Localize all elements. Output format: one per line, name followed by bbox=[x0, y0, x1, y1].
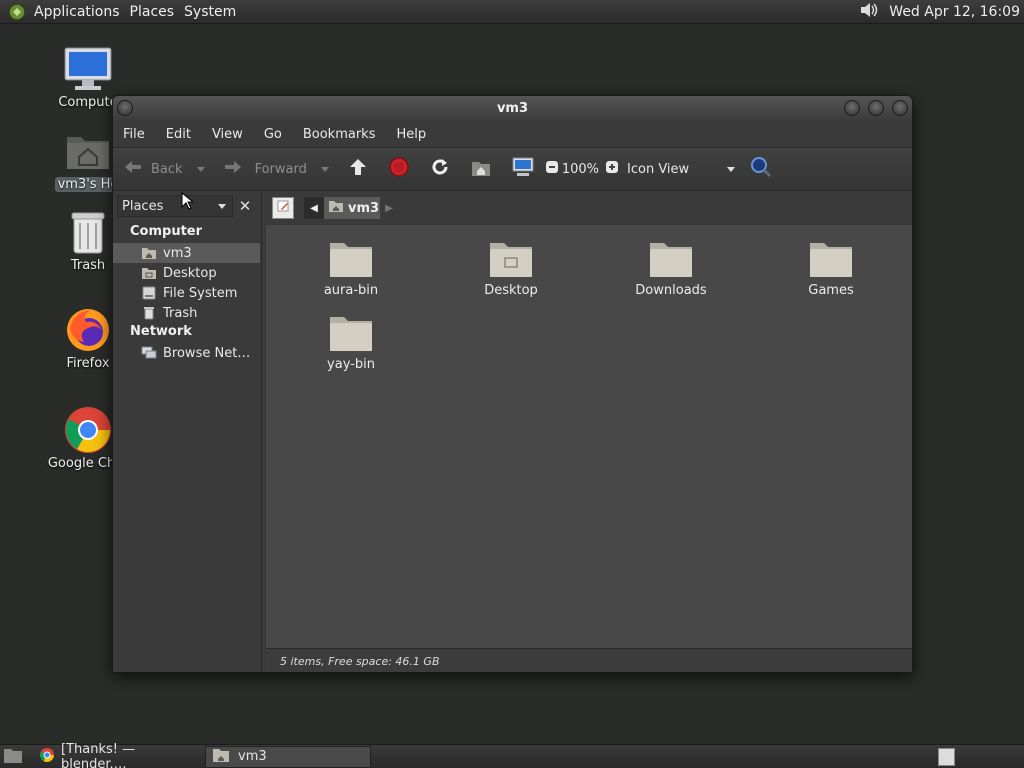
desktop-folder-icon bbox=[456, 235, 566, 279]
path-right-arrow[interactable]: ▶ bbox=[380, 197, 398, 219]
panel-tray: Wed Apr 12, 16:09 bbox=[857, 0, 1020, 24]
sidebar-item-vm3[interactable]: vm3 bbox=[113, 243, 260, 263]
file-item-aura-bin[interactable]: aura-bin bbox=[296, 235, 406, 298]
menu-places[interactable]: Places bbox=[130, 4, 183, 20]
menu-bookmarks[interactable]: Bookmarks bbox=[303, 127, 376, 142]
sidebar-item-browse-network[interactable]: Browse Net… bbox=[113, 343, 260, 363]
icon-view: aura-bin Desktop Downloads Games yay-bin bbox=[266, 225, 912, 648]
folder-icon bbox=[616, 235, 726, 279]
sidebar-item-desktop[interactable]: Desktop bbox=[113, 263, 260, 283]
maximize-button[interactable] bbox=[868, 100, 884, 116]
mouse-cursor-icon bbox=[181, 191, 195, 214]
sidebar-item-trash[interactable]: Trash bbox=[113, 303, 260, 323]
back-button[interactable]: Back bbox=[123, 159, 183, 179]
task-chrome[interactable]: [Thanks! — blender.… bbox=[33, 742, 201, 768]
forward-button[interactable]: Forward bbox=[223, 159, 307, 179]
statusbar: 5 items, Free space: 46.1 GB bbox=[266, 648, 912, 672]
zoom-out-icon[interactable] bbox=[545, 160, 559, 178]
chevron-down-icon bbox=[218, 203, 226, 209]
bottom-panel: [Thanks! — blender.… vm3 bbox=[0, 742, 1024, 768]
clock[interactable]: Wed Apr 12, 16:09 bbox=[889, 4, 1020, 20]
pencil-icon bbox=[276, 199, 290, 217]
edit-location-button[interactable] bbox=[272, 197, 294, 219]
file-item-downloads[interactable]: Downloads bbox=[616, 235, 726, 298]
task-vm3[interactable]: vm3 bbox=[205, 745, 371, 768]
desktop-folder-icon bbox=[141, 265, 157, 281]
path-left-arrow[interactable]: ◀ bbox=[304, 197, 324, 219]
file-manager-window: vm3 File Edit View Go Bookmarks Help Bac… bbox=[112, 95, 913, 673]
top-panel: Applications Places System Wed Apr 12, 1… bbox=[0, 0, 1024, 24]
menu-system[interactable]: System bbox=[184, 4, 244, 20]
window-body: Places ✕ Computer vm3 Desktop File Syste… bbox=[113, 191, 912, 672]
file-item-desktop[interactable]: Desktop bbox=[456, 235, 566, 298]
pathbar: ◀ vm3 ▶ bbox=[266, 191, 912, 225]
network-icon bbox=[141, 345, 157, 361]
forward-history-dropdown[interactable] bbox=[320, 166, 329, 172]
menu-applications[interactable]: Applications bbox=[34, 4, 128, 20]
menubar: File Edit View Go Bookmarks Help bbox=[113, 121, 912, 147]
path-button-vm3[interactable]: vm3 bbox=[324, 197, 380, 219]
menu-edit[interactable]: Edit bbox=[166, 127, 191, 142]
window-title: vm3 bbox=[496, 101, 529, 116]
menu-help[interactable]: Help bbox=[396, 127, 426, 142]
sidebar: Places ✕ Computer vm3 Desktop File Syste… bbox=[113, 191, 262, 672]
home-icon[interactable] bbox=[470, 156, 492, 182]
minimize-button[interactable] bbox=[844, 100, 860, 116]
forward-arrow-icon bbox=[223, 159, 243, 179]
file-item-yay-bin[interactable]: yay-bin bbox=[296, 309, 406, 372]
close-icon: ✕ bbox=[238, 197, 252, 215]
up-arrow-icon[interactable] bbox=[347, 156, 369, 182]
folder-icon bbox=[212, 747, 230, 767]
folder-icon bbox=[776, 235, 886, 279]
workspace-switcher[interactable] bbox=[938, 748, 955, 766]
zoom-level[interactable]: 100% bbox=[562, 162, 599, 177]
chrome-icon bbox=[39, 747, 55, 767]
top-menu: Applications Places System bbox=[34, 4, 246, 20]
back-history-dropdown[interactable] bbox=[196, 166, 205, 172]
file-item-games[interactable]: Games bbox=[776, 235, 886, 298]
search-icon[interactable] bbox=[749, 155, 773, 183]
view-mode-select[interactable]: Icon View bbox=[627, 162, 736, 177]
toolbar: Back Forward 100% Icon View bbox=[113, 147, 912, 191]
close-button[interactable] bbox=[892, 100, 908, 116]
home-folder-icon bbox=[141, 245, 157, 261]
sidebar-selector[interactable]: Places bbox=[117, 195, 233, 217]
window-menu-button[interactable] bbox=[117, 100, 133, 116]
back-arrow-icon bbox=[123, 159, 143, 179]
menu-view[interactable]: View bbox=[212, 127, 243, 142]
gnome-foot-icon[interactable] bbox=[6, 1, 28, 23]
folder-icon bbox=[296, 235, 406, 279]
sidebar-heading-computer: Computer bbox=[130, 224, 203, 239]
zoom-in-icon[interactable] bbox=[605, 160, 619, 178]
sidebar-item-file-system[interactable]: File System bbox=[113, 283, 260, 303]
trash-icon bbox=[141, 305, 157, 321]
stop-icon[interactable] bbox=[388, 156, 410, 182]
computer-icon bbox=[40, 45, 136, 93]
titlebar[interactable]: vm3 bbox=[113, 96, 912, 121]
sidebar-heading-network: Network bbox=[130, 324, 192, 339]
menu-file[interactable]: File bbox=[123, 127, 145, 142]
drive-icon bbox=[141, 285, 157, 301]
volume-icon[interactable] bbox=[857, 0, 881, 24]
reload-icon[interactable] bbox=[429, 156, 451, 182]
status-text: 5 items, Free space: 46.1 GB bbox=[280, 655, 440, 668]
computer-icon[interactable] bbox=[511, 156, 535, 182]
menu-go[interactable]: Go bbox=[264, 127, 282, 142]
folder-icon bbox=[296, 309, 406, 353]
chevron-down-icon bbox=[727, 166, 736, 172]
sidebar-close-button[interactable]: ✕ bbox=[234, 195, 256, 217]
home-folder-icon bbox=[328, 199, 344, 217]
show-desktop-icon[interactable] bbox=[3, 746, 23, 768]
